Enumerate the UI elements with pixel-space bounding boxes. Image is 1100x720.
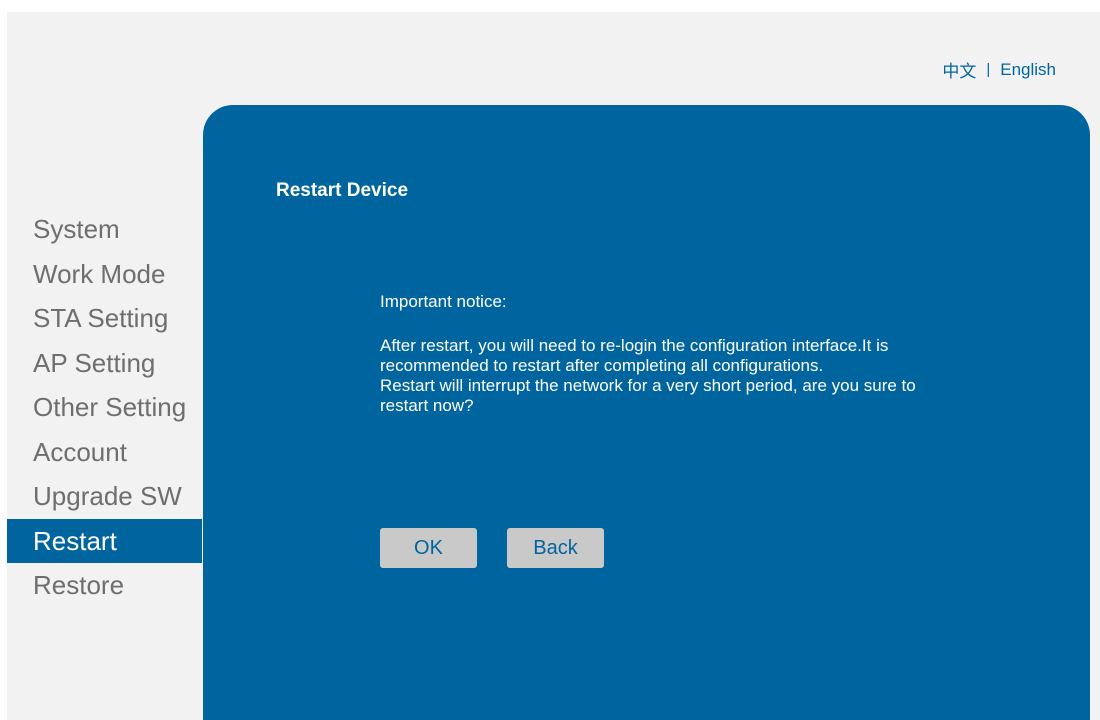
main-panel: Restart Device Important notice: After r… — [203, 105, 1090, 720]
sidebar-item-ap-setting[interactable]: AP Setting — [7, 341, 202, 386]
sidebar-item-sta-setting[interactable]: STA Setting — [7, 296, 202, 341]
notice-heading: Important notice: — [380, 292, 507, 311]
sidebar-item-work-mode[interactable]: Work Mode — [7, 252, 202, 297]
lang-separator: | — [986, 61, 991, 78]
notice-interrupt-text: Restart will interrupt the network for a… — [380, 376, 916, 415]
action-buttons: OK Back — [380, 528, 604, 568]
sidebar-item-upgrade-sw[interactable]: Upgrade SW — [7, 474, 202, 519]
ok-button[interactable]: OK — [380, 528, 477, 568]
sidebar-item-account[interactable]: Account — [7, 430, 202, 475]
page-title: Restart Device — [276, 180, 409, 201]
lang-chinese-link[interactable]: 中文 — [942, 57, 976, 82]
sidebar-item-system[interactable]: System — [7, 207, 202, 252]
back-button[interactable]: Back — [507, 528, 604, 568]
notice-relogin-text: After restart, you will need to re-login… — [380, 336, 889, 375]
sidebar-item-other-setting[interactable]: Other Setting — [7, 385, 202, 430]
lang-english-link[interactable]: English — [1000, 60, 1056, 80]
restart-notice: Important notice: After restart, you wil… — [380, 292, 940, 416]
sidebar-item-restart[interactable]: Restart — [7, 518, 202, 563]
language-switcher: 中文 | English — [942, 57, 1056, 82]
sidebar-item-restore[interactable]: Restore — [7, 563, 202, 608]
sidebar-nav: System Work Mode STA Setting AP Setting … — [7, 207, 202, 608]
